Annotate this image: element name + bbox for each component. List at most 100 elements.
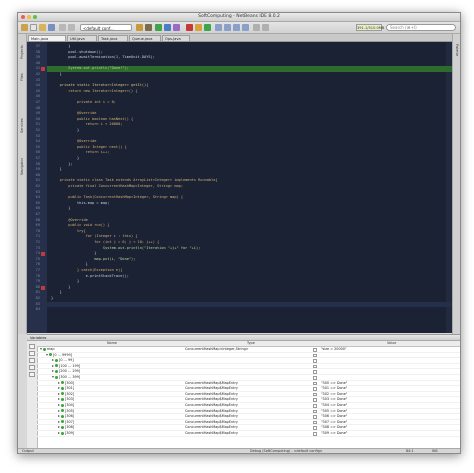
title-bar: SoftComputing - NetBeans IDE 8.0.2	[18, 13, 460, 22]
value-column-header[interactable]: Value	[387, 341, 396, 346]
continue-icon[interactable]	[204, 24, 211, 31]
palette-tab[interactable]: Palette	[453, 38, 460, 62]
variable-value[interactable]: "309 => Done"	[321, 431, 347, 437]
undo-icon[interactable]	[59, 24, 66, 31]
collapse-icon[interactable]	[46, 353, 48, 356]
expand-icon[interactable]	[58, 415, 60, 418]
tab-main-java[interactable]: Main.java	[28, 35, 66, 41]
expand-icon[interactable]	[58, 398, 60, 401]
save-all-icon[interactable]	[48, 24, 55, 31]
search-input[interactable]: Search (⌘+I)	[386, 24, 456, 31]
expand-icon[interactable]	[58, 426, 60, 429]
value-edit-checkbox[interactable]	[313, 420, 317, 425]
step-into-icon[interactable]	[224, 24, 231, 31]
expand-icon[interactable]	[58, 392, 60, 395]
expand-icon[interactable]	[58, 381, 60, 384]
value-edit-checkbox[interactable]	[313, 398, 317, 402]
collapse-icon[interactable]	[52, 376, 54, 378]
code-line[interactable]: }	[51, 167, 62, 173]
collapse-icon[interactable]	[40, 348, 42, 350]
breakpoint-icon[interactable]	[41, 252, 45, 256]
navigator-tab[interactable]: Navigator	[18, 152, 26, 180]
variable-name-text: [307]	[65, 419, 75, 424]
value-edit-checkbox[interactable]	[313, 376, 317, 380]
variable-name-text: [309]	[65, 431, 75, 435]
value-edit-checkbox[interactable]	[313, 370, 317, 374]
code-editor[interactable]: 37 38 39 40 41 42 43 44 45 46 47 48 49 50 51 52 53 54 55 56…	[27, 42, 452, 333]
new-file-icon[interactable]	[30, 24, 37, 31]
debug-icon[interactable]	[164, 24, 171, 31]
expand-icon[interactable]	[58, 409, 60, 412]
variable-row[interactable]: [309] ConcurrentHashMap$MapEntry "309 => D…	[37, 431, 460, 437]
memory-indicator[interactable]: 391.1/510.0MB	[356, 24, 384, 31]
code-line[interactable]: private final ConcurrentHashMap<Integer,…	[51, 184, 183, 190]
clean-build-icon[interactable]	[145, 24, 152, 31]
variable-name-text: [303]	[65, 397, 75, 402]
value-edit-checkbox[interactable]	[313, 353, 317, 358]
output-toggle[interactable]: Output	[22, 449, 34, 453]
breakpoint-icon[interactable]	[41, 285, 45, 290]
new-project-icon[interactable]	[21, 24, 28, 31]
run-to-cursor-icon[interactable]	[242, 24, 249, 31]
value-edit-checkbox[interactable]	[313, 387, 317, 391]
value-edit-checkbox[interactable]	[313, 432, 317, 436]
expand-icon[interactable]	[52, 359, 54, 362]
show-inherited-icon[interactable]	[29, 358, 35, 363]
projects-tab[interactable]: Projects	[18, 38, 26, 66]
breakpoint-icon[interactable]	[41, 67, 45, 72]
tab-ops-java[interactable]: Ops.java	[162, 35, 190, 41]
services-tab[interactable]: Services	[18, 114, 26, 138]
value-edit-checkbox[interactable]	[313, 359, 317, 363]
variable-name[interactable]: [309]	[58, 431, 74, 437]
show-static-icon[interactable]	[29, 351, 35, 356]
settings-icon[interactable]	[29, 372, 35, 377]
code-line[interactable]: return new Iterator<Integer>() {	[51, 89, 137, 95]
tab-task-java[interactable]: Task.java	[98, 35, 128, 41]
field-icon	[55, 375, 58, 379]
editor-scrollbar[interactable]	[446, 42, 452, 333]
name-column-header[interactable]: Name	[107, 341, 117, 346]
code-line[interactable]: pool.awaitTermination(1, TimeUnit.DAYS);	[51, 55, 155, 61]
expand-icon[interactable]	[58, 420, 60, 423]
files-tab[interactable]: Files	[18, 68, 26, 86]
variable-name-text: [200 … 299]	[59, 369, 81, 374]
take-snapshot-icon[interactable]	[262, 24, 269, 31]
code-line[interactable]: }	[51, 206, 70, 212]
expand-icon[interactable]	[58, 404, 60, 406]
redo-icon[interactable]	[68, 24, 75, 31]
value-edit-checkbox[interactable]	[313, 364, 317, 369]
value-edit-checkbox[interactable]	[313, 404, 317, 408]
tab-util-java[interactable]: Util.java	[67, 35, 97, 41]
code-line[interactable]: private int i = 0;	[51, 100, 116, 106]
expand-icon[interactable]	[58, 432, 60, 434]
open-project-icon[interactable]	[39, 24, 46, 31]
type-column-header[interactable]: Type	[247, 341, 255, 346]
line-number-gutter[interactable]: 37 38 39 40 41 42 43 44 45 46 47 48 49 50 51 52 53 54 55 56…	[27, 42, 47, 333]
code-line[interactable]: System.out.println("Done!");	[51, 66, 129, 72]
value-edit-checkbox[interactable]	[313, 426, 317, 430]
value-edit-checkbox[interactable]	[313, 381, 317, 386]
window-title: SoftComputing - NetBeans IDE 8.0.2	[198, 14, 280, 19]
value-edit-checkbox[interactable]	[313, 409, 317, 414]
step-out-icon[interactable]	[233, 24, 240, 31]
filter-icon[interactable]	[29, 365, 35, 370]
build-icon[interactable]	[136, 24, 143, 31]
finish-debugger-icon[interactable]	[186, 24, 193, 31]
apply-code-changes-icon[interactable]	[253, 24, 260, 31]
run-icon[interactable]	[155, 24, 162, 31]
line-number[interactable]: 84	[27, 307, 40, 313]
value-edit-checkbox[interactable]	[313, 392, 317, 397]
value-edit-checkbox[interactable]	[313, 415, 317, 419]
code-line[interactable]: }	[51, 72, 62, 78]
step-over-icon[interactable]	[215, 24, 222, 31]
value-edit-checkbox[interactable]	[313, 348, 317, 352]
tab-queue-java[interactable]: Queue.java	[129, 35, 161, 41]
code-line[interactable]: }	[51, 128, 79, 134]
new-watch-icon[interactable]	[29, 344, 35, 349]
expand-icon[interactable]	[52, 364, 54, 367]
expand-icon[interactable]	[58, 387, 60, 390]
configuration-select[interactable]: <default conf...	[80, 24, 132, 31]
expand-icon[interactable]	[52, 370, 54, 373]
profile-icon[interactable]	[173, 24, 180, 31]
pause-icon[interactable]	[195, 24, 202, 31]
